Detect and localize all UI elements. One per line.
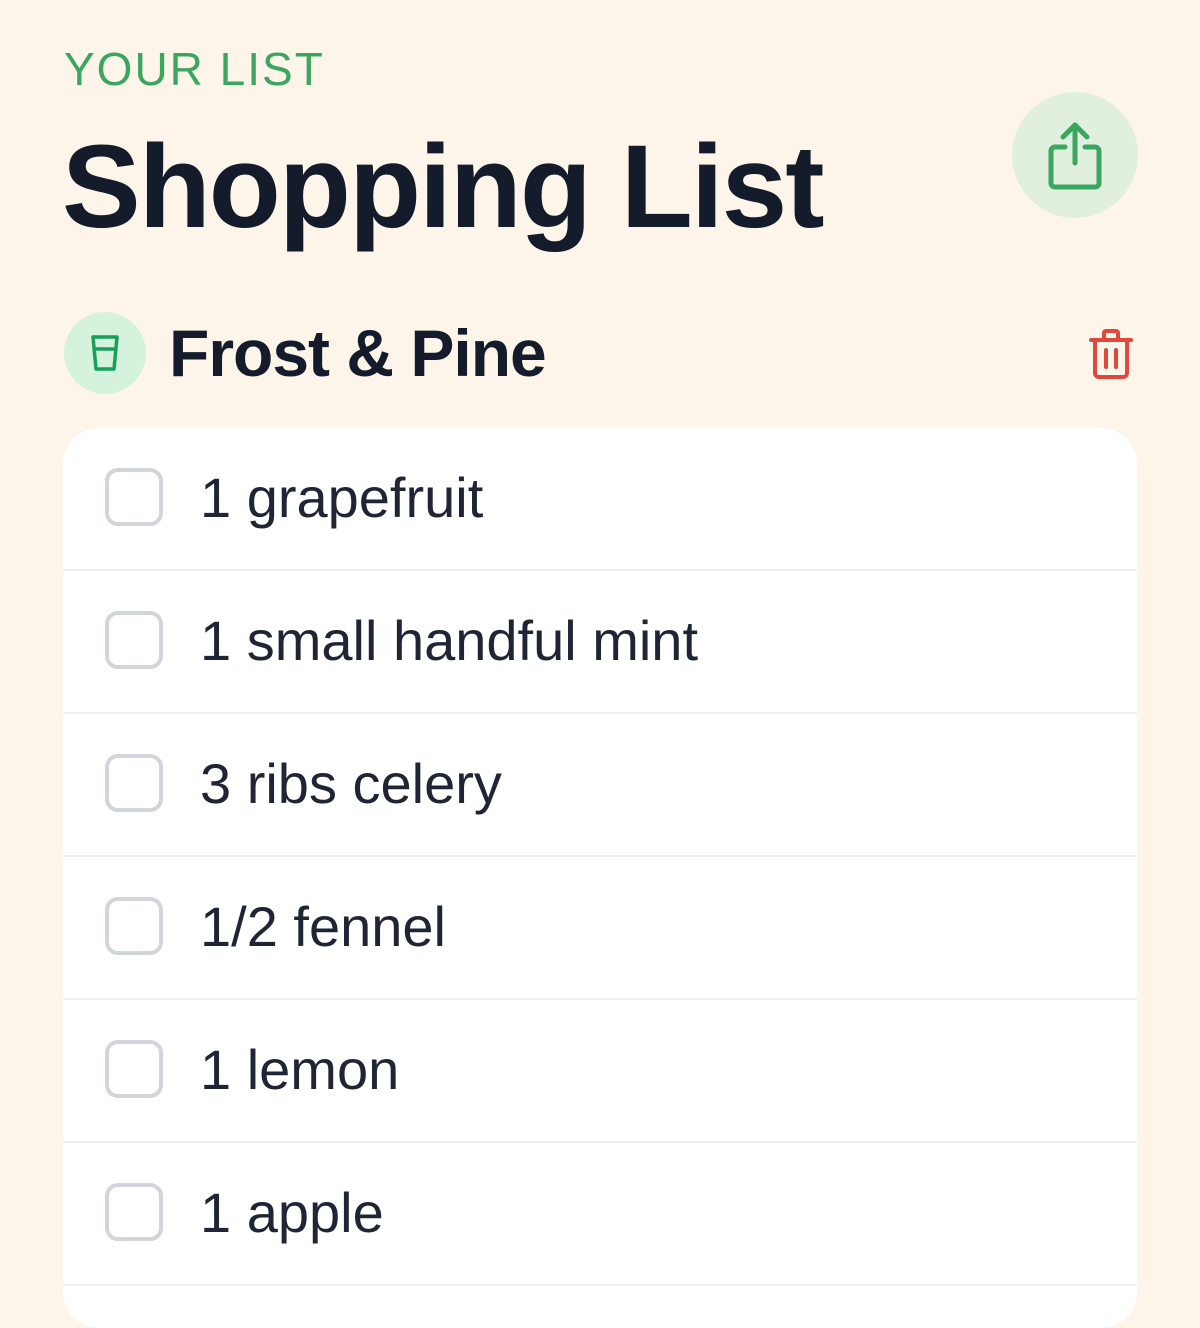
shopping-items-card: 1 grapefruit 1 small handful mint 3 ribs… (63, 428, 1137, 1328)
item-checkbox[interactable] (105, 754, 163, 812)
item-label: 1 small handful mint (200, 609, 699, 672)
item-checkbox[interactable] (105, 1040, 163, 1098)
item-checkbox[interactable] (105, 468, 163, 526)
share-icon (1048, 122, 1102, 190)
list-item[interactable]: 1 lemon (63, 1000, 1137, 1143)
recipe-badge (64, 312, 146, 394)
list-item[interactable]: 1 apple (63, 1143, 1137, 1286)
list-eyebrow: YOUR LIST (64, 43, 325, 95)
recipe-section-header: Frost & Pine (64, 312, 1138, 396)
item-label: 1/2 fennel (200, 895, 446, 958)
item-checkbox[interactable] (105, 897, 163, 955)
page-title: Shopping List (62, 121, 825, 253)
list-item[interactable]: 1/2 fennel (63, 857, 1137, 1000)
delete-section-button[interactable] (1086, 326, 1136, 382)
item-label: 1 lemon (200, 1038, 400, 1101)
list-item[interactable]: 1 grapefruit (63, 428, 1137, 571)
item-checkbox[interactable] (105, 1183, 163, 1241)
item-label: 1 grapefruit (200, 466, 484, 529)
share-button[interactable] (1012, 92, 1138, 218)
list-item[interactable]: 1 small handful mint (63, 571, 1137, 714)
item-label: 1 apple (200, 1181, 384, 1244)
item-label: 3 ribs celery (200, 752, 502, 815)
list-item[interactable]: 3 ribs celery (63, 714, 1137, 857)
recipe-title: Frost & Pine (169, 316, 547, 390)
item-checkbox[interactable] (105, 611, 163, 669)
trash-icon (1089, 329, 1133, 379)
glass-icon (91, 335, 119, 371)
